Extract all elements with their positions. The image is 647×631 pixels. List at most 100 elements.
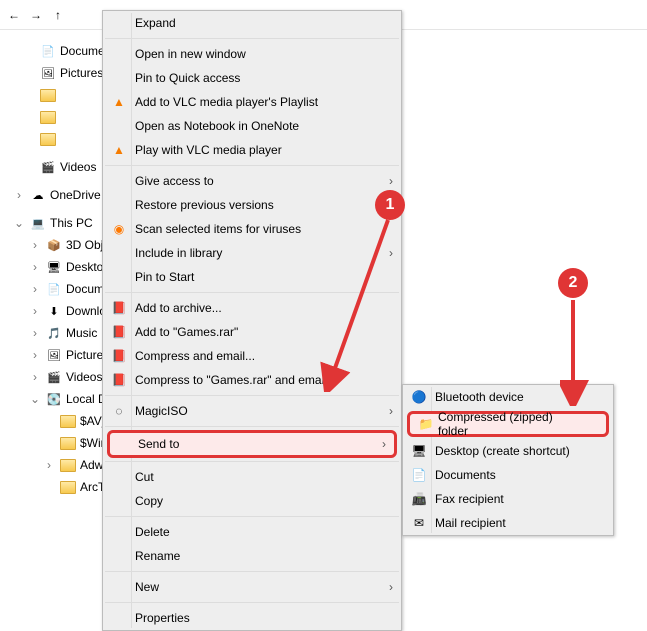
menu-item[interactable]: Cut [103,465,401,489]
expand-toggle[interactable]: ⌄ [28,392,42,406]
submenu-item[interactable]: 🔵 Bluetooth device [403,385,613,409]
menu-item[interactable]: 📕 Add to "Games.rar" [103,320,401,344]
rar-icon: 📕 [111,348,127,364]
menu-item-label: Scan selected items for viruses [135,222,301,236]
rar-icon: 📕 [111,324,127,340]
forward-button[interactable]: → [28,8,44,22]
vlc-icon: ▲ [111,142,127,158]
menu-item[interactable]: Restore previous versions [103,193,401,217]
menu-item-label: Properties [135,611,190,625]
menu-item[interactable]: Delete [103,520,401,544]
menu-item-label: Play with VLC media player [135,143,282,157]
vid-icon: 🎬 [40,159,56,175]
menu-item-label: Include in library [135,246,222,260]
menu-item[interactable]: Expand [103,11,401,35]
back-button[interactable]: ← [6,8,22,22]
menu-item[interactable]: Pin to Start [103,265,401,289]
menu-item[interactable]: Rename [103,544,401,568]
desk-icon: 🖥 [46,259,62,275]
miso-icon: ◌ [111,403,127,419]
tree-item-label: This PC [50,216,93,230]
menu-item[interactable]: Give access to› [103,169,401,193]
submenu-item[interactable]: ✉Mail recipient [403,511,613,535]
disk-icon: 💽 [46,391,62,407]
expand-toggle[interactable]: › [28,370,42,384]
menu-item-label: Restore previous versions [135,198,274,212]
annotation-badge-1: 1 [375,190,405,220]
expand-toggle[interactable]: › [28,326,42,340]
menu-separator [105,38,399,39]
menu-item-label: Give access to [135,174,214,188]
pic-icon: 🖼 [40,65,56,81]
fold-icon [60,457,76,473]
expand-toggle[interactable]: › [28,282,42,296]
menu-item-label: Expand [135,16,176,30]
submenu-item-label: Bluetooth device [435,390,524,404]
menu-item-label: Open in new window [135,47,246,61]
zip-icon: 📁 [418,416,434,432]
menu-separator [105,165,399,166]
menu-item[interactable]: ◉ Scan selected items for viruses [103,217,401,241]
menu-item[interactable]: Send to› [107,430,397,458]
rar-icon: 📕 [111,300,127,316]
menu-item[interactable]: Open as Notebook in OneNote [103,114,401,138]
context-menu: Expand Open in new window Pin to Quick acc… [102,10,402,631]
menu-separator [105,461,399,462]
fold-icon [60,435,76,451]
menu-item[interactable]: Open in new window [103,42,401,66]
tree-item-label: Pictures [60,66,103,80]
menu-item[interactable]: 📕 Add to archive... [103,296,401,320]
menu-item[interactable]: ▲ Add to VLC media player's Playlist [103,90,401,114]
menu-item-label: Pin to Quick access [135,71,240,85]
menu-separator [105,571,399,572]
menu-item[interactable]: ◌MagicISO› [103,399,401,423]
vid-icon: 🎬 [46,369,62,385]
tree-item-label: OneDrive [50,188,101,202]
submenu-item[interactable]: 🖥Desktop (create shortcut) [403,439,613,463]
menu-item-label: Pin to Start [135,270,194,284]
expand-toggle[interactable]: › [28,304,42,318]
bt-icon: 🔵 [411,389,427,405]
menu-item-label: Delete [135,525,170,539]
menu-item[interactable]: 📕Compress to "Games.rar" and email [103,368,401,392]
menu-item[interactable]: Pin to Quick access [103,66,401,90]
expand-toggle[interactable]: › [28,238,42,252]
pc-icon: 💻 [30,215,46,231]
fax-icon: 📠 [411,491,427,507]
doc-icon: 📄 [46,281,62,297]
rar-icon: 📕 [111,372,127,388]
menu-item-label: New [135,580,159,594]
up-button[interactable]: ↑ [50,8,66,22]
submenu-arrow-icon: › [389,246,393,260]
expand-toggle[interactable]: › [12,188,26,202]
menu-separator [105,292,399,293]
submenu-item[interactable]: 📄Documents [403,463,613,487]
menu-item[interactable]: Include in library › [103,241,401,265]
tree-item-label: Music [66,326,97,340]
menu-separator [105,395,399,396]
expand-toggle[interactable]: › [42,458,56,472]
submenu-arrow-icon: › [382,437,386,451]
menu-item[interactable]: ▲ Play with VLC media player [103,138,401,162]
expand-toggle[interactable]: › [28,260,42,274]
submenu-item[interactable]: 📠Fax recipient [403,487,613,511]
menu-item[interactable]: Copy [103,489,401,513]
vlc-icon: ▲ [111,94,127,110]
submenu-item-label: Documents [435,468,496,482]
doc-icon: 📄 [40,43,56,59]
submenu-item-label: Desktop (create shortcut) [435,444,570,458]
3d-icon: 📦 [46,237,62,253]
expand-toggle[interactable]: › [28,348,42,362]
avast-icon: ◉ [111,221,127,237]
menu-item-label: Add to "Games.rar" [135,325,238,339]
menu-item-label: Add to archive... [135,301,222,315]
expand-toggle[interactable]: ⌄ [12,216,26,230]
menu-item[interactable]: Properties [103,606,401,630]
menu-item[interactable]: New› [103,575,401,599]
submenu-item[interactable]: 📁Compressed (zipped) folder [407,411,609,437]
menu-separator [105,602,399,603]
submenu-item-label: Mail recipient [435,516,506,530]
menu-item[interactable]: 📕Compress and email... [103,344,401,368]
menu-item-label: Copy [135,494,163,508]
menu-item-label: Add to VLC media player's Playlist [135,95,318,109]
